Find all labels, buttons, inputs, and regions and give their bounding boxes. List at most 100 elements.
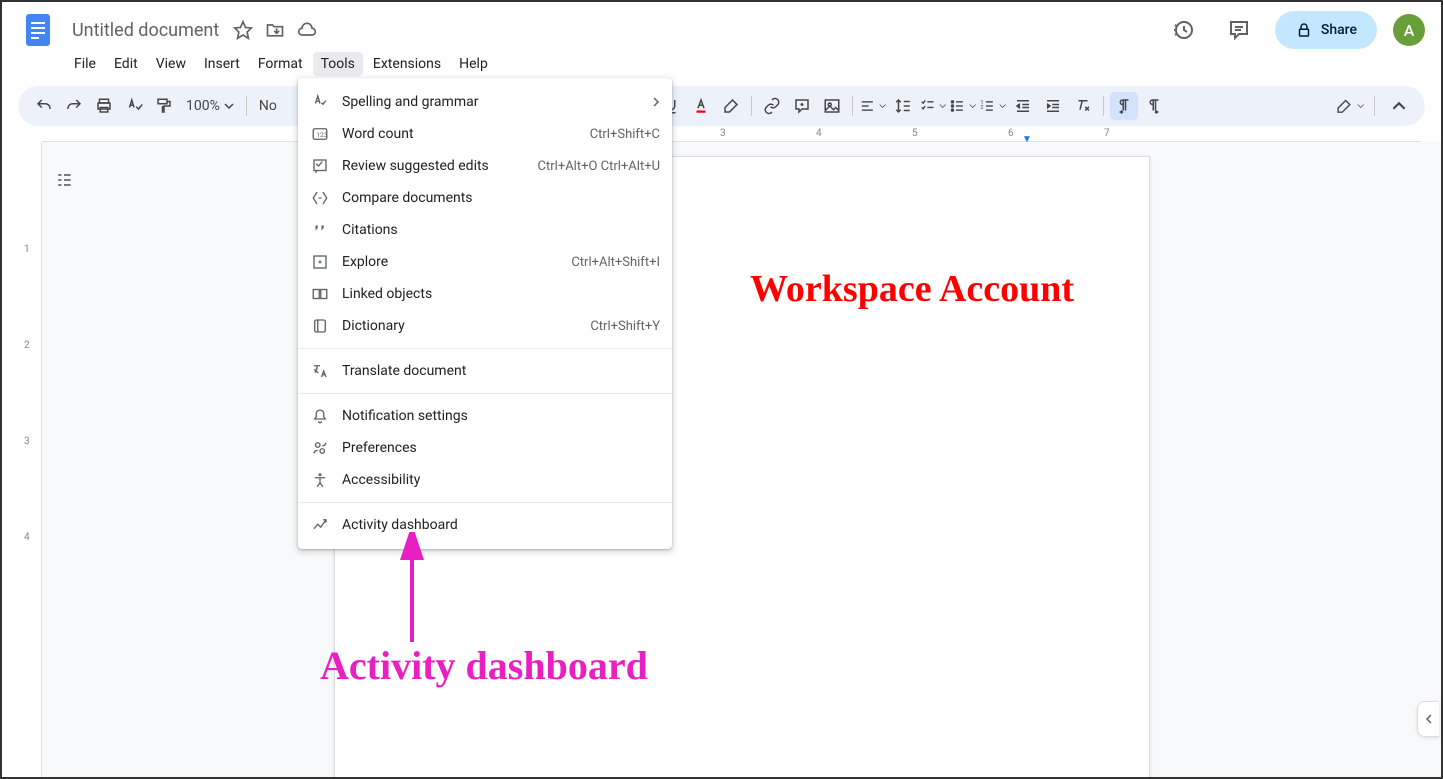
separator (246, 96, 247, 116)
menu-shortcut: Ctrl+Shift+Y (590, 319, 660, 334)
separator (1103, 96, 1104, 116)
content-area: 1234 (2, 142, 1441, 777)
redo-button[interactable] (60, 92, 88, 120)
menu-divider (298, 502, 672, 503)
share-label: Share (1321, 22, 1357, 38)
star-icon[interactable] (233, 20, 253, 40)
undo-button[interactable] (30, 92, 58, 120)
menu-extensions[interactable]: Extensions (365, 52, 449, 76)
separator (751, 96, 752, 116)
lock-icon (1295, 21, 1313, 39)
tools-menu-spelling-and-grammar[interactable]: Spelling and grammar (298, 86, 672, 118)
increase-indent-button[interactable] (1039, 92, 1067, 120)
tools-menu-review-suggested-edits[interactable]: Review suggested editsCtrl+Alt+O Ctrl+Al… (298, 150, 672, 182)
link-button[interactable] (758, 92, 786, 120)
menu-divider (298, 393, 672, 394)
menu-item-label: Accessibility (342, 472, 660, 488)
citations-icon (310, 220, 330, 240)
paint-format-button[interactable] (150, 92, 178, 120)
tools-menu-explore[interactable]: ExploreCtrl+Alt+Shift+I (298, 246, 672, 278)
share-button[interactable]: Share (1275, 11, 1377, 49)
menu-shortcut: Ctrl+Alt+Shift+I (571, 255, 660, 270)
editing-mode-button[interactable] (1336, 92, 1364, 120)
menu-item-label: Linked objects (342, 286, 660, 302)
docs-logo[interactable] (18, 10, 58, 50)
numbered-list-button[interactable]: 12 (979, 92, 1007, 120)
text-color-button[interactable] (687, 92, 715, 120)
align-button[interactable] (859, 92, 887, 120)
highlight-button[interactable] (717, 92, 745, 120)
ruler-tick: 5 (912, 128, 918, 139)
menu-item-label: Notification settings (342, 408, 660, 424)
bell-icon (310, 406, 330, 426)
explore-icon (310, 252, 330, 272)
decrease-indent-button[interactable] (1009, 92, 1037, 120)
menu-help[interactable]: Help (451, 52, 496, 76)
ruler-tick: 3 (24, 436, 30, 447)
ruler-tick: 1 (24, 244, 30, 255)
menu-edit[interactable]: Edit (106, 52, 146, 76)
menu-item-label: Preferences (342, 440, 660, 456)
menu-item-label: Explore (342, 254, 571, 270)
history-icon[interactable] (1163, 10, 1203, 50)
menu-item-label: Word count (342, 126, 590, 142)
prefs-icon (310, 438, 330, 458)
ltr-button[interactable] (1110, 92, 1138, 120)
document-title[interactable]: Untitled document (66, 18, 225, 43)
menu-item-label: Activity dashboard (342, 517, 660, 533)
line-spacing-button[interactable] (889, 92, 917, 120)
menu-view[interactable]: View (148, 52, 194, 76)
activity-icon (310, 515, 330, 535)
menu-file[interactable]: File (66, 52, 104, 76)
menu-insert[interactable]: Insert (196, 52, 248, 76)
spellcheck-button[interactable] (120, 92, 148, 120)
collapse-toolbar-button[interactable] (1385, 92, 1413, 120)
bulleted-list-button[interactable] (949, 92, 977, 120)
tools-dropdown: Spelling and grammar 123 Word count Ctrl+Sh… (298, 78, 672, 549)
tools-menu-activity-dashboard[interactable]: Activity dashboard (298, 509, 672, 541)
image-button[interactable] (818, 92, 846, 120)
chevron-right-icon (652, 97, 660, 107)
ruler-tick: 7 (1104, 128, 1110, 139)
tools-menu-compare-documents[interactable]: Compare documents (298, 182, 672, 214)
ruler-tick: 6 (1008, 128, 1014, 139)
tools-menu-word-count[interactable]: 123Word countCtrl+Shift+C (298, 118, 672, 150)
header-bar: Untitled document Share A (2, 2, 1441, 50)
wordcount-icon: 123 (310, 124, 330, 144)
menu-item-label: Citations (342, 222, 660, 238)
ruler-tick: 3 (720, 128, 726, 139)
style-selector[interactable]: No (253, 98, 283, 114)
zoom-selector[interactable]: 100% (180, 98, 240, 114)
menu-tools[interactable]: Tools (313, 52, 363, 76)
menu-item-label: Translate document (342, 363, 660, 379)
side-panel-toggle[interactable] (1417, 701, 1439, 737)
tools-menu-notification-settings[interactable]: Notification settings (298, 400, 672, 432)
tools-menu-preferences[interactable]: Preferences (298, 432, 672, 464)
outline-toggle-button[interactable] (50, 166, 78, 194)
menu-item-label: Dictionary (342, 318, 590, 334)
ruler-tick: 4 (816, 128, 822, 139)
menu-format[interactable]: Format (250, 52, 311, 76)
linked-icon (310, 284, 330, 304)
rtl-button[interactable] (1140, 92, 1168, 120)
avatar[interactable]: A (1393, 14, 1425, 46)
tools-menu-linked-objects[interactable]: Linked objects (298, 278, 672, 310)
move-icon[interactable] (265, 20, 285, 40)
vertical-ruler[interactable]: 1234 (2, 142, 42, 777)
svg-text:2: 2 (980, 105, 983, 111)
tools-menu-translate-document[interactable]: Translate document (298, 355, 672, 387)
clear-formatting-button[interactable] (1069, 92, 1097, 120)
title-area: Untitled document (66, 18, 1163, 43)
review-icon (310, 156, 330, 176)
print-button[interactable] (90, 92, 118, 120)
checklist-button[interactable] (919, 92, 947, 120)
horizontal-ruler[interactable]: ▼ 34567 (42, 126, 1421, 142)
cloud-status-icon[interactable] (297, 20, 317, 40)
comments-icon[interactable] (1219, 10, 1259, 50)
tools-menu-citations[interactable]: Citations (298, 214, 672, 246)
tools-menu-dictionary[interactable]: DictionaryCtrl+Shift+Y (298, 310, 672, 342)
tools-menu-accessibility[interactable]: Accessibility (298, 464, 672, 496)
toolbar: 100% No 12 (18, 86, 1425, 126)
menu-item-label: Compare documents (342, 190, 660, 206)
comment-button[interactable] (788, 92, 816, 120)
